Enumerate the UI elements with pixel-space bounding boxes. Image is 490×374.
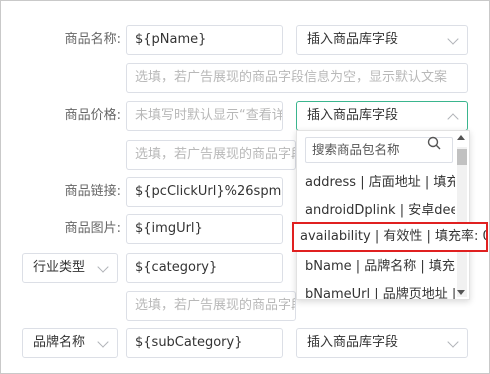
product-image-label: 商品图片: [64,221,121,236]
search-icon[interactable] [427,136,441,150]
product-name-fallback-input[interactable]: 选填，若广告展现的商品字段信息为空，显示默认文案 [126,63,468,93]
brand-field-select[interactable]: 插入商品库字段 [296,328,468,358]
brand-name-select-label: 品牌名称 [33,335,86,350]
product-price-field-select-label: 插入商品库字段 [307,108,399,123]
chevron-down-icon [447,33,459,45]
product-name-field-select-label: 插入商品库字段 [307,32,399,47]
product-name-field-select[interactable]: 插入商品库字段 [296,25,468,55]
product-link-label: 商品链接: [64,184,121,199]
industry-input[interactable]: ${category} [126,253,283,283]
field-dropdown: 搜索商品包名称 address | 店面地址 | 填充率 androidDpli… [296,130,470,300]
scroll-down-arrow-icon[interactable] [457,290,465,295]
scroll-up-arrow-icon[interactable] [457,135,465,140]
dropdown-option-bname[interactable]: bName | 品牌名称 | 填充率 [305,253,455,281]
product-link-input[interactable]: ${pcClickUrl}%26spm=36 [126,177,283,207]
product-name-label: 商品名称: [64,32,121,47]
brand-field-select-label: 插入商品库字段 [307,335,399,350]
dropdown-option-address[interactable]: address | 店面地址 | 填充率 [305,169,455,197]
product-price-input[interactable]: 未填写时默认显示“查看详 [126,101,283,131]
product-image-input[interactable]: ${imgUrl} [126,214,283,244]
product-price-label: 商品价格: [64,108,121,123]
chevron-down-icon [447,336,459,348]
industry-type-select[interactable]: 行业类型 [22,253,118,283]
brand-name-select[interactable]: 品牌名称 [22,328,118,358]
dropdown-scrollbar-thumb[interactable] [457,149,467,165]
chevron-down-icon [97,261,109,273]
dropdown-option-availability[interactable]: availability | 有效性 | 填充率: 0% [292,222,488,252]
industry-type-select-label: 行业类型 [33,260,86,275]
brand-input[interactable]: ${subCategory} [126,328,283,358]
product-name-input[interactable]: ${pName} [126,25,283,55]
chevron-down-icon [97,336,109,348]
dropdown-option-bname-url[interactable]: bNameUrl | 品牌页地址 | 填充率 [305,281,455,299]
chevron-up-icon [447,113,459,125]
product-price-field-select[interactable]: 插入商品库字段 [296,101,468,131]
dropdown-option-android-dplink[interactable]: androidDplink | 安卓deep [305,197,455,225]
product-price-fallback-input[interactable]: 选填，若广告展现的商品字段信 [126,140,296,170]
industry-fallback-input[interactable]: 选填，若广告展现的商品字段信 [126,291,296,321]
